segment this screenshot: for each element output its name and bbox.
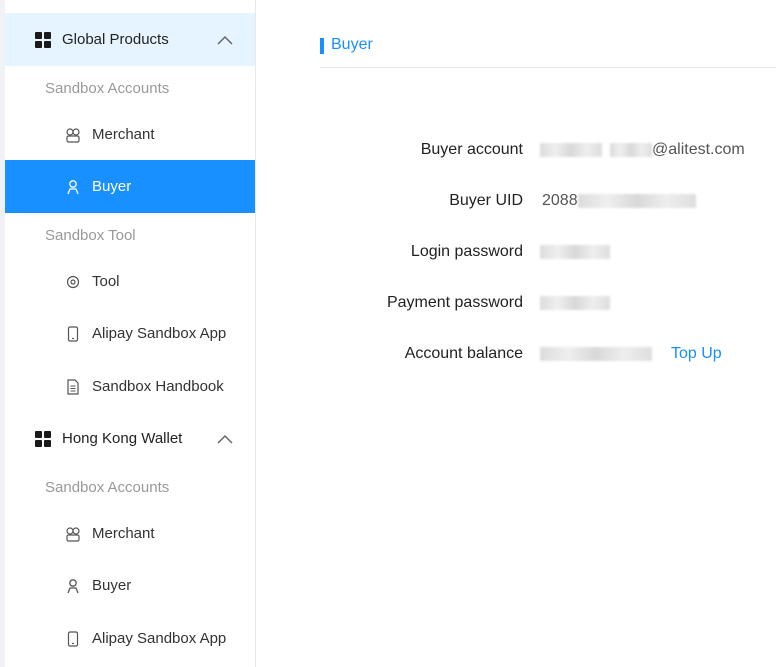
grid-icon <box>35 430 51 447</box>
uid-prefix: 2088 <box>542 192 578 209</box>
sidebar-item-label: Alipay Sandbox App <box>92 630 227 647</box>
grid-icon <box>35 31 51 48</box>
gear-icon <box>66 275 80 288</box>
sidebar-item-alipay-sandbox-app[interactable]: Alipay Sandbox App <box>5 307 255 360</box>
account-balance-label: Account balance <box>404 345 523 362</box>
redacted-text <box>540 295 610 310</box>
section-label: Sandbox Accounts <box>45 80 170 97</box>
group-label: Hong Kong Wallet <box>62 430 183 447</box>
chevron-up-icon[interactable] <box>217 434 233 444</box>
section-label: Sandbox Accounts <box>45 479 170 496</box>
redacted-text <box>540 142 602 157</box>
phone-icon <box>67 630 79 647</box>
buyer-uid-label: Buyer UID <box>449 192 523 209</box>
sidebar-item-tool[interactable]: Tool <box>5 255 255 308</box>
redacted-text <box>540 244 610 259</box>
redacted-text <box>540 346 652 361</box>
merchant-icon <box>66 526 80 542</box>
sidebar-item-sandbox-handbook[interactable]: Sandbox Handbook <box>5 360 255 413</box>
account-balance-value <box>540 345 652 363</box>
group-hong-kong-wallet[interactable]: Hong Kong Wallet <box>5 412 255 465</box>
sidebar-item-buyer[interactable]: Buyer <box>5 559 255 612</box>
payment-password-label: Payment password <box>386 294 523 311</box>
merchant-icon <box>66 127 80 143</box>
account-domain: @alitest.com <box>652 141 745 158</box>
redacted-text <box>610 142 652 157</box>
buyer-uid-value: 2088 <box>542 192 696 210</box>
sidebar-item-label: Tool <box>92 273 120 290</box>
sidebar-item-label: Sandbox Handbook <box>92 378 224 395</box>
sidebar-item-alipay-sandbox-app[interactable]: Alipay Sandbox App <box>5 612 255 665</box>
title-divider <box>320 67 776 68</box>
top-up-link[interactable]: Top Up <box>671 345 722 363</box>
sidebar-item-label: Merchant <box>92 126 155 143</box>
phone-icon <box>67 325 79 342</box>
buyer-account-value: @alitest.com <box>540 141 745 159</box>
login-password-label: Login password <box>410 243 523 260</box>
sidebar-item-merchant[interactable]: Merchant <box>5 108 255 161</box>
sidebar: Global Products Sandbox Accounts Merchan… <box>0 0 255 667</box>
page-title: Buyer <box>331 36 373 53</box>
section-label: Sandbox Tool <box>45 227 136 244</box>
buyer-account-label: Buyer account <box>420 141 523 158</box>
redacted-text <box>577 193 696 208</box>
sidebar-item-label: Alipay Sandbox App <box>92 325 227 342</box>
sidebar-item-merchant[interactable]: Merchant <box>5 507 255 560</box>
payment-password-value <box>540 294 610 312</box>
group-label: Global Products <box>62 31 169 48</box>
sidebar-item-label: Merchant <box>92 525 155 542</box>
document-icon <box>67 378 79 395</box>
title-accent-bar <box>320 38 324 54</box>
sidebar-item-label: Buyer <box>92 577 132 594</box>
group-global-products[interactable]: Global Products <box>5 13 255 66</box>
chevron-up-icon[interactable] <box>217 35 233 45</box>
buyer-icon <box>67 179 79 194</box>
buyer-icon <box>67 578 79 593</box>
sidebar-item-buyer[interactable]: Buyer <box>5 160 255 213</box>
login-password-value <box>540 243 610 261</box>
sidebar-divider <box>255 0 256 667</box>
sidebar-item-label: Buyer <box>92 178 132 195</box>
